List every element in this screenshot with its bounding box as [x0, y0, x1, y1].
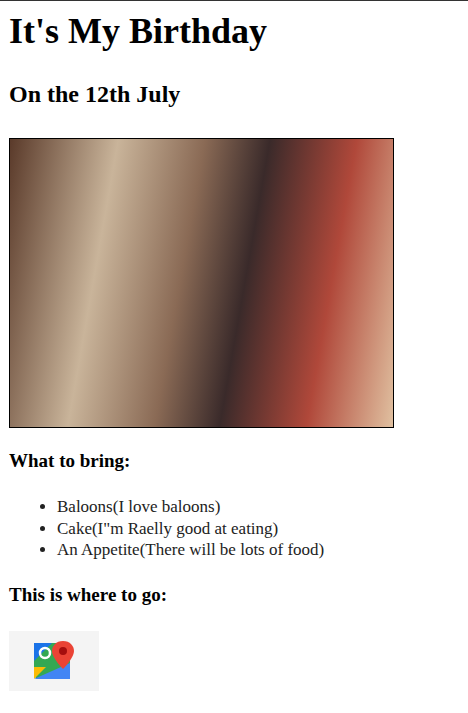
bring-item: An Appetite(There will be lots of food): [57, 539, 459, 561]
page: It's My Birthday On the 12th July What to …: [0, 0, 468, 701]
party-gif: [9, 138, 394, 428]
google-maps-icon: [32, 639, 76, 683]
bring-heading: What to bring:: [9, 450, 459, 472]
where-heading: This is where to go:: [9, 584, 459, 606]
page-title: It's My Birthday: [9, 11, 459, 52]
bring-item: Baloons(I love baloons): [57, 496, 459, 518]
bring-item: Cake(I"m Raelly good at eating): [57, 518, 459, 540]
bring-list: Baloons(I love baloons)Cake(I"m Raelly g…: [9, 496, 459, 561]
map-link[interactable]: [9, 631, 99, 691]
date-subtitle: On the 12th July: [9, 80, 459, 108]
